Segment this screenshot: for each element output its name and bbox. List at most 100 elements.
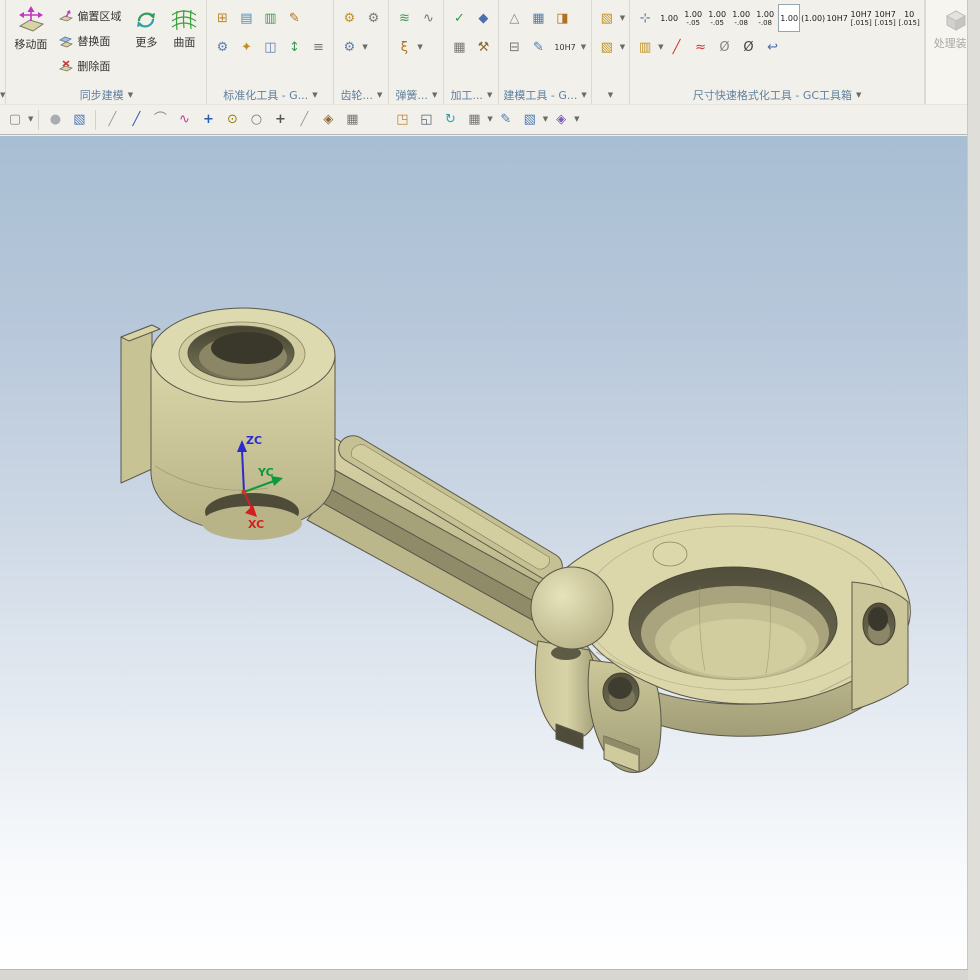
move-face-button[interactable]: 移动面 [10, 3, 51, 54]
gc-red-slash-icon[interactable] [666, 36, 688, 58]
connecting-rod-model[interactable] [120, 307, 911, 773]
gc-diameter-dark-icon[interactable] [738, 36, 760, 58]
gem-display-icon[interactable] [550, 109, 572, 131]
snap-toggle-icon[interactable] [317, 109, 339, 131]
group-label-gc-toolbox[interactable]: 尺寸快速格式化工具 - GC工具箱 ▼ [634, 86, 920, 104]
group-label-gear[interactable]: 齿轮... ▼ [338, 86, 384, 104]
group-label-modeling-tools[interactable]: 建模工具 - G... ▼ [503, 86, 586, 104]
dim-preset-8[interactable]: 10H7 [.015] [850, 4, 872, 32]
chevron-down-icon[interactable]: ▼ [620, 43, 625, 51]
circle-snap-icon[interactable] [245, 109, 267, 131]
machining-grid-tool-icon[interactable] [448, 36, 470, 58]
std-annotate-tool-icon[interactable] [283, 7, 305, 29]
chevron-down-icon[interactable]: ▼ [658, 43, 663, 51]
dim-preset-2[interactable]: 1.00 -.05 [706, 4, 728, 32]
dim-preset-9[interactable]: 10H7 [.015] [874, 4, 896, 32]
group-label-std-tools[interactable]: 标准化工具 - G... ▼ [211, 86, 329, 104]
chevron-down-icon[interactable]: ▼ [487, 116, 492, 123]
shaded-object-icon[interactable] [44, 109, 66, 131]
gc-coordinate-dim-icon[interactable] [634, 7, 656, 29]
window-right-edge [967, 0, 980, 980]
spring-wave-tool-icon[interactable] [417, 7, 439, 29]
slash-snap-icon[interactable] [293, 109, 315, 131]
chevron-down-icon: ▼ [581, 90, 587, 99]
std-layers-tool-icon[interactable] [235, 7, 257, 29]
graphics-window[interactable]: ZC YC XC [0, 136, 968, 970]
gc-diameter-icon[interactable] [714, 36, 736, 58]
modeling-box-tool-icon[interactable] [503, 36, 525, 58]
axis-x-label: XC [248, 518, 264, 531]
dim-preset-5[interactable]: 1.00 [778, 4, 801, 32]
misc-cube-tool-2-icon[interactable] [596, 36, 618, 58]
std-list-tool-icon[interactable] [307, 36, 329, 58]
gc-red-approx-icon[interactable] [690, 36, 712, 58]
std-grid-tool-icon[interactable] [211, 7, 233, 29]
chevron-down-icon[interactable]: ▼ [620, 14, 625, 22]
line-snap-icon[interactable] [101, 109, 123, 131]
dim-preset-4[interactable]: 1.00 -.08 [754, 4, 776, 32]
fit-tolerance-tool[interactable]: 10H7 [551, 36, 578, 58]
modeling-grid-tool-icon[interactable] [527, 7, 549, 29]
gear-pair-tool-icon[interactable] [362, 7, 384, 29]
selection-scope-icon[interactable] [4, 109, 26, 131]
std-stack-tool-icon[interactable] [259, 7, 281, 29]
chevron-down-icon[interactable]: ▼ [574, 116, 579, 123]
more-button[interactable]: 更多 [129, 3, 163, 52]
group-label-misc[interactable]: ▼ [596, 86, 625, 104]
modeling-triangle-tool-icon[interactable] [503, 7, 525, 29]
gc-stack-icon[interactable] [634, 36, 656, 58]
std-feature-tool-icon[interactable] [235, 36, 257, 58]
misc-cube-tool-icon[interactable] [596, 7, 618, 29]
std-settings-tool-icon[interactable] [211, 36, 233, 58]
grid-snap-icon[interactable] [341, 109, 363, 131]
machining-check-tool-icon[interactable] [448, 7, 470, 29]
dim-preset-7[interactable]: 10H7 [826, 4, 848, 32]
point-snap-icon[interactable] [197, 109, 219, 131]
modeling-section-tool-icon[interactable] [551, 7, 573, 29]
std-window-tool-icon[interactable] [259, 36, 281, 58]
plus-snap-icon[interactable] [269, 109, 291, 131]
dim-preset-6[interactable]: (1.00) [801, 4, 825, 32]
chevron-down-icon[interactable]: ▼ [581, 43, 586, 51]
gc-undo-arrow-icon[interactable] [762, 36, 784, 58]
delete-face-button[interactable]: 删除面 [54, 53, 126, 78]
solid-display-icon[interactable] [519, 109, 541, 131]
dim-preset-3[interactable]: 1.00 -.08 [730, 4, 752, 32]
std-exchange-tool-icon[interactable] [283, 36, 305, 58]
dim-preset-10[interactable]: 10 [.015] [898, 4, 920, 32]
more-icon [137, 12, 156, 28]
center-snap-icon[interactable] [221, 109, 243, 131]
chevron-down-icon[interactable]: ▼ [28, 116, 33, 123]
regenerate-icon[interactable] [439, 109, 461, 131]
work-part-cube-icon[interactable] [68, 109, 90, 131]
group-label-left-stub[interactable]: ▼ [0, 86, 5, 104]
machining-forge-tool-icon[interactable] [472, 36, 494, 58]
offset-region-button[interactable]: 偏置区域 [54, 3, 126, 28]
chevron-down-icon[interactable]: ▼ [417, 43, 422, 51]
lasso-select-icon[interactable] [415, 109, 437, 131]
machining-tool-icon[interactable] [472, 7, 494, 29]
gear-edit-tool-icon[interactable] [338, 36, 360, 58]
move-face-label: 移动面 [14, 38, 48, 51]
dim-preset-1[interactable]: 1.00 -.05 [682, 4, 704, 32]
chevron-down-icon[interactable]: ▼ [362, 43, 367, 51]
spring-coil-tool-icon[interactable] [393, 36, 415, 58]
endpoint-snap-icon[interactable] [125, 109, 147, 131]
modeling-sketch-tool-icon[interactable] [527, 36, 549, 58]
spring-tool-icon[interactable] [393, 7, 415, 29]
spline-snap-icon[interactable] [173, 109, 195, 131]
gear-tool-icon[interactable] [338, 7, 360, 29]
3d-viewport[interactable]: ZC YC XC [0, 136, 968, 970]
dim-preset-0[interactable]: 1.00 [658, 4, 680, 32]
group-label-spring[interactable]: 弹簧... ▼ [393, 86, 439, 104]
chevron-down-icon[interactable]: ▼ [543, 116, 548, 123]
grid-display-icon[interactable] [463, 109, 485, 131]
paint-icon[interactable] [495, 109, 517, 131]
arc-snap-icon[interactable] [149, 109, 171, 131]
surface-button[interactable]: 曲面 [166, 3, 202, 52]
group-label-sync-modeling[interactable]: 同步建模 ▼ [10, 86, 202, 104]
group-label-machining[interactable]: 加工... ▼ [448, 86, 494, 104]
window-select-icon[interactable] [391, 109, 413, 131]
offset-region-icon [59, 9, 74, 21]
replace-face-button[interactable]: 替换面 [54, 28, 126, 53]
